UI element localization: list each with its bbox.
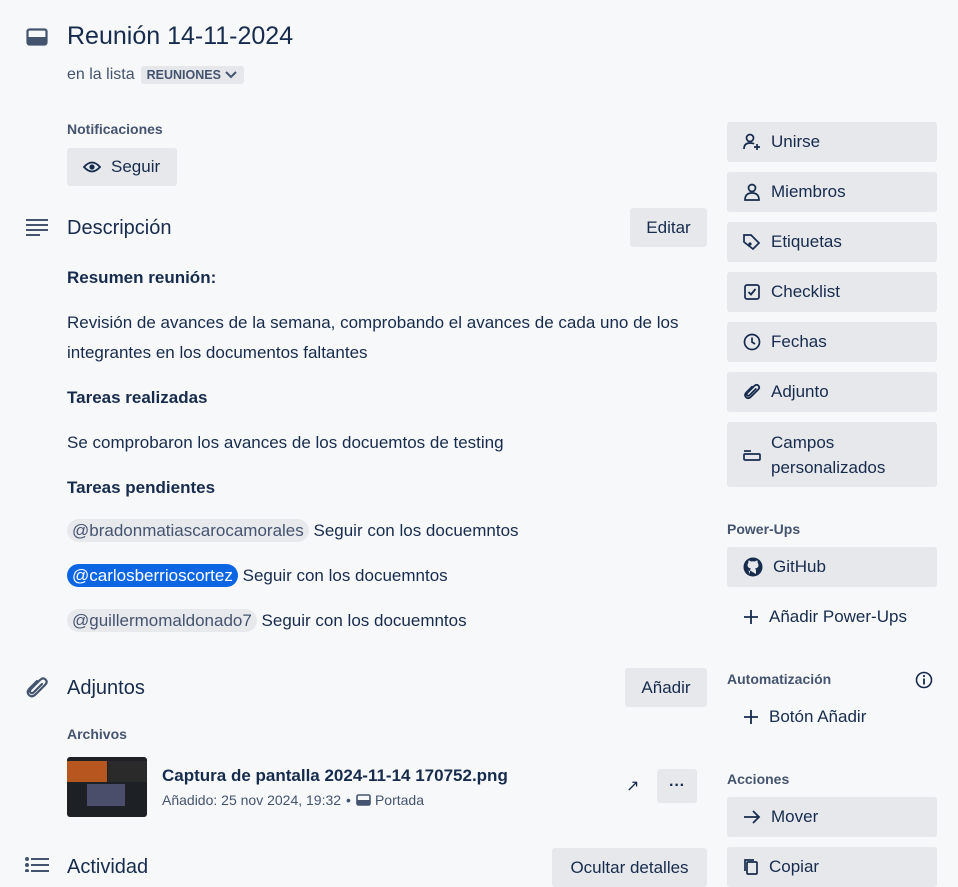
card-icon (356, 794, 371, 806)
add-powerups-button[interactable]: Añadir Power-Ups (727, 597, 937, 637)
copy-icon (744, 859, 758, 875)
attachment-name[interactable]: Captura de pantalla 2024-11-14 170752.pn… (162, 766, 508, 786)
pending-text: Seguir con los docuemntos (242, 566, 448, 585)
join-icon (743, 133, 760, 150)
hide-details-button[interactable]: Ocultar detalles (552, 848, 707, 887)
automation-label: Automatización (727, 671, 832, 687)
sidebar-item-label: Copiar (769, 857, 820, 876)
sidebar-item-move[interactable]: Mover (727, 797, 937, 837)
sidebar-item-label: Unirse (771, 132, 821, 151)
list-name: REUNIONES (146, 68, 221, 82)
list-selector[interactable]: REUNIONES (140, 66, 244, 84)
actions-label: Acciones (727, 771, 790, 787)
mention-user[interactable]: @bradonmatiascarocamorales (67, 519, 309, 542)
plus-icon (744, 610, 758, 624)
done-heading: Tareas realizadas (67, 388, 208, 407)
plus-icon (744, 710, 758, 724)
pending-text: Seguir con los docuemntos (261, 611, 467, 630)
sidebar-item-attachment[interactable]: Adjunto (727, 372, 937, 412)
add-powerups-label: Añadir Power-Ups (769, 607, 907, 626)
arrow-right-icon (744, 810, 761, 824)
clock-icon (743, 333, 761, 351)
activity-icon (25, 857, 49, 872)
description-heading: Descripción (67, 217, 172, 239)
open-external-icon[interactable]: ↗ (626, 776, 639, 796)
summary-line-1: Revisión de avances de la semana, compro… (67, 313, 679, 332)
chevron-down-icon (225, 71, 237, 79)
sidebar-item-label: Etiquetas (771, 232, 842, 251)
attachment-added: Añadido: 25 nov 2024, 19:32 (162, 792, 342, 808)
paperclip-icon (744, 383, 761, 400)
custom-fields-line-1: Campos (771, 432, 835, 452)
card-title[interactable]: Reunión 14-11-2024 (67, 22, 293, 51)
pending-item: @guillermomaldonado7 Seguir con los docu… (67, 609, 467, 632)
add-automation-button[interactable]: Botón Añadir (727, 697, 937, 737)
sidebar-item-label: Miembros (771, 182, 846, 201)
follow-button[interactable]: Seguir (67, 148, 177, 186)
description-icon (26, 219, 48, 236)
custom-fields-line-2: personalizados (771, 457, 886, 477)
meta-separator: • (346, 792, 351, 808)
add-attachment-button[interactable]: Añadir (625, 668, 707, 707)
sidebar-item-label: Fechas (771, 332, 827, 351)
sidebar-item-checklist[interactable]: Checklist (727, 272, 937, 312)
github-icon (743, 557, 763, 577)
list-info: en la lista REUNIONES (67, 66, 244, 84)
activity-heading: Actividad (67, 856, 149, 878)
mention-user[interactable]: @guillermomaldonado7 (67, 609, 257, 632)
sidebar-item-join[interactable]: Unirse (727, 122, 937, 162)
sidebar-item-custom-fields[interactable]: Campos personalizados (727, 422, 937, 487)
notifications-label: Notificaciones (67, 121, 163, 137)
files-label: Archivos (67, 726, 127, 742)
attachment-meta: Añadido: 25 nov 2024, 19:32 • Portada (162, 792, 424, 808)
summary-line-2: integrantes en los documentos faltantes (67, 343, 368, 362)
info-icon[interactable] (915, 671, 933, 689)
cover-action[interactable]: Portada (356, 792, 424, 808)
sidebar-item-label: Checklist (771, 282, 840, 301)
powerups-label: Power-Ups (727, 521, 801, 537)
sidebar-item-github[interactable]: GitHub (727, 547, 937, 587)
cover-label: Portada (374, 792, 424, 808)
sidebar-item-copy[interactable]: Copiar (727, 847, 937, 887)
in-list-prefix: en la lista (67, 66, 135, 83)
card-icon (26, 28, 48, 46)
mention-user[interactable]: @carlosberrioscortez (67, 564, 238, 587)
sidebar-item-members[interactable]: Miembros (727, 172, 937, 212)
attachment-more-button[interactable]: ··· (657, 769, 697, 803)
paperclip-icon (26, 677, 48, 698)
follow-label: Seguir (111, 157, 161, 176)
sidebar-item-label: Mover (771, 807, 819, 826)
custom-fields-icon (743, 449, 761, 461)
edit-description-button[interactable]: Editar (630, 208, 707, 247)
sidebar-item-label: GitHub (773, 557, 826, 576)
person-icon (744, 183, 760, 201)
sidebar-item-labels[interactable]: Etiquetas (727, 222, 937, 262)
sidebar-item-label: Adjunto (771, 382, 829, 401)
summary-heading: Resumen reunión: (67, 268, 217, 287)
pending-heading: Tareas pendientes (67, 478, 216, 497)
attachments-heading: Adjuntos (67, 677, 145, 699)
pending-item: @bradonmatiascarocamorales Seguir con lo… (67, 519, 519, 542)
attachment-thumbnail[interactable] (67, 757, 147, 817)
done-text: Se comprobaron los avances de los docuem… (67, 433, 504, 452)
pending-item: @carlosberrioscortez Seguir con los docu… (67, 564, 448, 587)
add-button-label: Botón Añadir (769, 707, 867, 726)
tag-icon (743, 234, 761, 251)
checklist-icon (744, 284, 760, 300)
sidebar-item-dates[interactable]: Fechas (727, 322, 937, 362)
pending-text: Seguir con los docuemntos (313, 521, 519, 540)
sidebar-item-label: Campos personalizados (771, 430, 885, 480)
scrollbar-area[interactable] (946, 0, 958, 872)
eye-icon (83, 161, 101, 173)
